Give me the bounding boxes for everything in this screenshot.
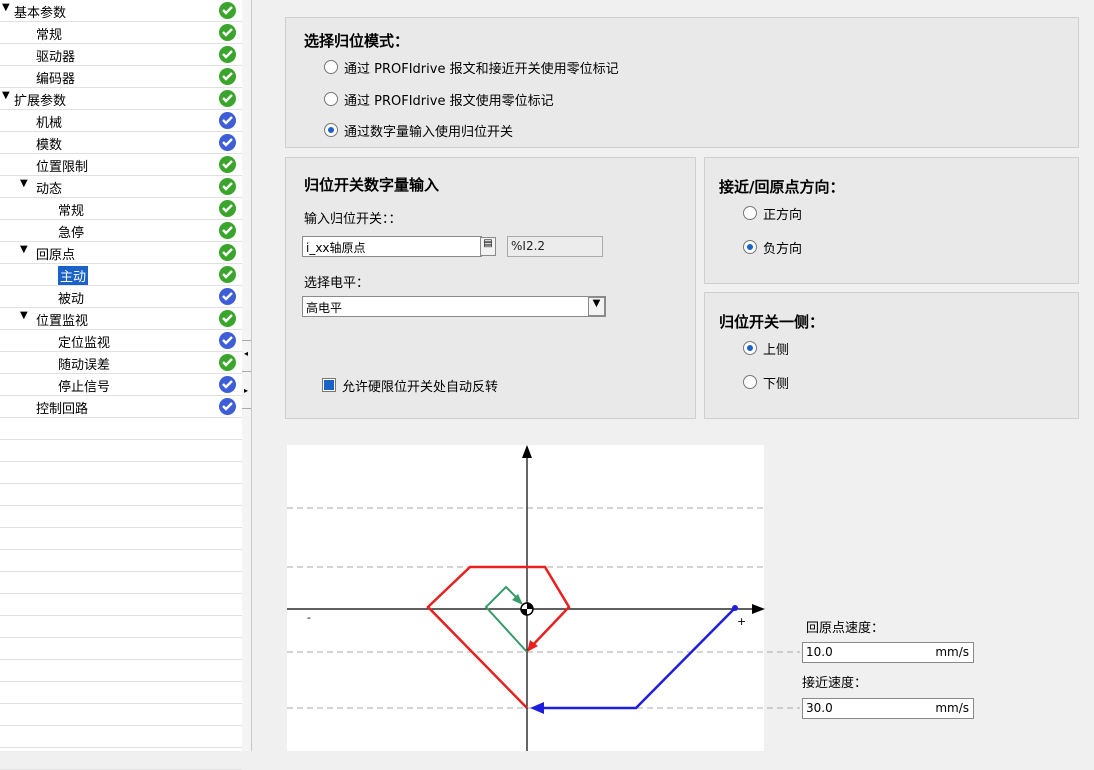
homing-path-green — [484, 585, 528, 653]
y-axis-arrow-icon — [522, 445, 532, 458]
approach-speed-input[interactable]: 30.0 mm/s — [802, 698, 974, 719]
homing-speed-input[interactable]: 10.0 mm/s — [802, 642, 974, 663]
plus-label: + — [737, 615, 746, 628]
approach-speed-unit: mm/s — [935, 701, 969, 715]
return-path-blue — [542, 607, 736, 710]
start-point — [732, 605, 738, 611]
homing-speed-value: 10.0 — [806, 645, 833, 659]
homing-speed-unit: mm/s — [935, 645, 969, 659]
x-axis-arrow-icon — [752, 604, 765, 614]
homing-speed-label: 回原点速度： — [806, 621, 885, 636]
empty-tree-row — [0, 748, 242, 770]
approach-speed-value: 30.0 — [806, 701, 833, 715]
approach-speed-label: 接近速度： — [802, 676, 868, 691]
homing-diagram: - + — [287, 445, 800, 751]
minus-label: - — [307, 611, 311, 624]
approach-path-red — [426, 565, 571, 709]
blue-arrow-icon — [530, 702, 544, 714]
